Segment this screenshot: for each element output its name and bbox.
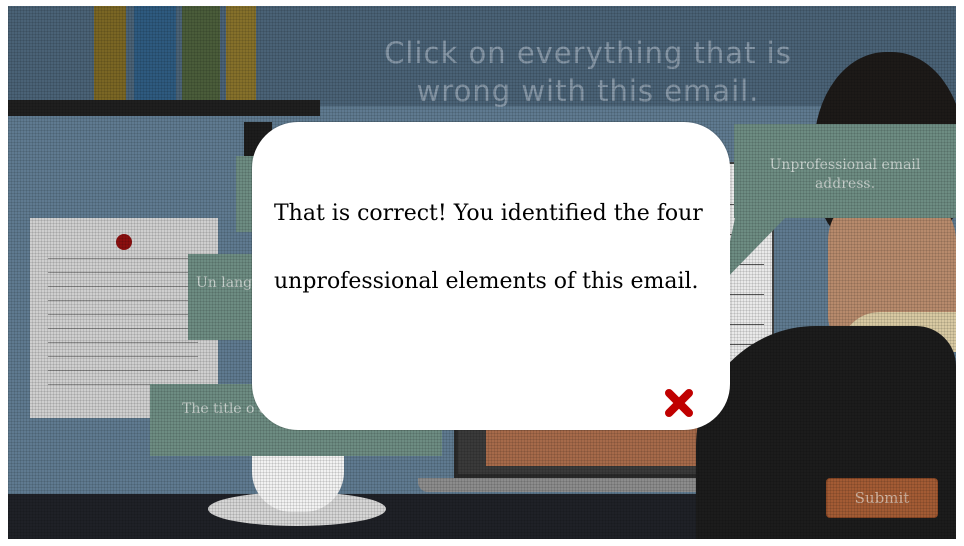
instruction-text: Click on everything that is wrong with t…: [368, 34, 808, 110]
instruction-line-1: Click on everything that is: [384, 36, 792, 70]
pushpin: [116, 234, 132, 250]
instruction-line-2: wrong with this email.: [416, 74, 760, 108]
laptop-base: [418, 478, 718, 492]
feedback-tip-email-address: Unprofessional email address.: [734, 124, 956, 218]
submit-button[interactable]: Submit: [826, 478, 938, 518]
book: [94, 6, 126, 102]
dialog-message: That is correct! You identified the four…: [274, 201, 703, 294]
book: [134, 6, 176, 102]
close-x-icon: [665, 389, 693, 417]
feedback-tip-email-address-text: Unprofessional email address.: [769, 157, 921, 192]
feedback-dialog: That is correct! You identified the four…: [252, 122, 730, 430]
close-button[interactable]: [662, 386, 696, 420]
shelf: [8, 100, 320, 116]
book: [182, 6, 220, 102]
book: [226, 6, 256, 102]
